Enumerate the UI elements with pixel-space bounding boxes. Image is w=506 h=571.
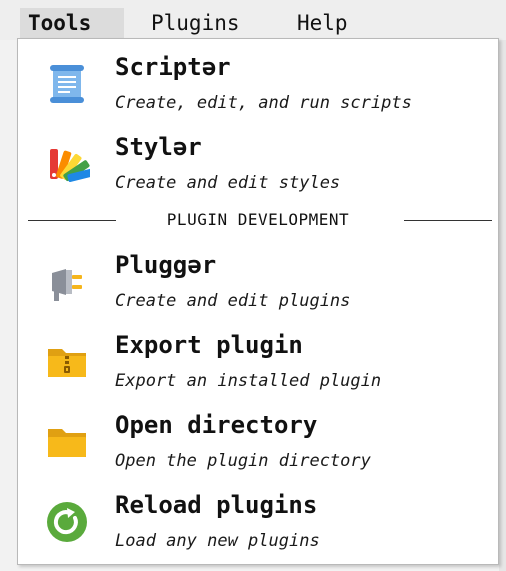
- color-palette-icon: [50, 149, 90, 182]
- menu-help[interactable]: Help: [289, 8, 356, 38]
- plug-icon: [52, 269, 82, 301]
- menu-item-reload-plugins[interactable]: Reload plugins Load any new plugins: [18, 481, 498, 559]
- menu-item-title: Stylər: [115, 133, 202, 161]
- menu-bar: Tools Plugins Help: [0, 0, 506, 40]
- zip-folder-icon: [48, 349, 86, 377]
- menu-item-title: Export plugin: [115, 331, 303, 359]
- menu-item-description: Open the plugin directory: [115, 451, 371, 471]
- menu-item-plugger[interactable]: Pluggər Create and edit plugins: [18, 241, 498, 319]
- background-window-edge: [499, 40, 506, 571]
- menu-item-description: Create, edit, and run scripts: [115, 93, 412, 113]
- scroll-icon: [50, 65, 84, 103]
- menu-item-export-plugin[interactable]: Export plugin Export an installed plugin: [18, 321, 498, 399]
- section-separator: PLUGIN DEVELOPMENT: [18, 203, 498, 237]
- tools-dropdown-menu: Scriptər Create, edit, and run scripts S…: [17, 38, 499, 565]
- menu-item-styler[interactable]: Stylər Create and edit styles: [18, 123, 498, 201]
- menu-item-title: Scriptər: [115, 53, 231, 81]
- menu-item-scripter[interactable]: Scriptər Create, edit, and run scripts: [18, 43, 498, 121]
- menu-item-description: Create and edit styles: [115, 173, 341, 193]
- menu-item-title: Reload plugins: [115, 491, 318, 519]
- menu-plugins[interactable]: Plugins: [143, 8, 248, 38]
- menu-item-description: Create and edit plugins: [115, 291, 351, 311]
- menu-item-description: Load any new plugins: [115, 531, 320, 551]
- reload-icon: [47, 502, 87, 542]
- menu-item-title: Open directory: [115, 411, 318, 439]
- folder-icon: [48, 429, 86, 457]
- menu-tools[interactable]: Tools: [20, 8, 124, 38]
- menu-item-title: Pluggər: [115, 251, 217, 279]
- separator-line: [404, 220, 492, 221]
- menu-item-description: Export an installed plugin: [115, 371, 382, 391]
- menu-item-open-directory[interactable]: Open directory Open the plugin directory: [18, 401, 498, 479]
